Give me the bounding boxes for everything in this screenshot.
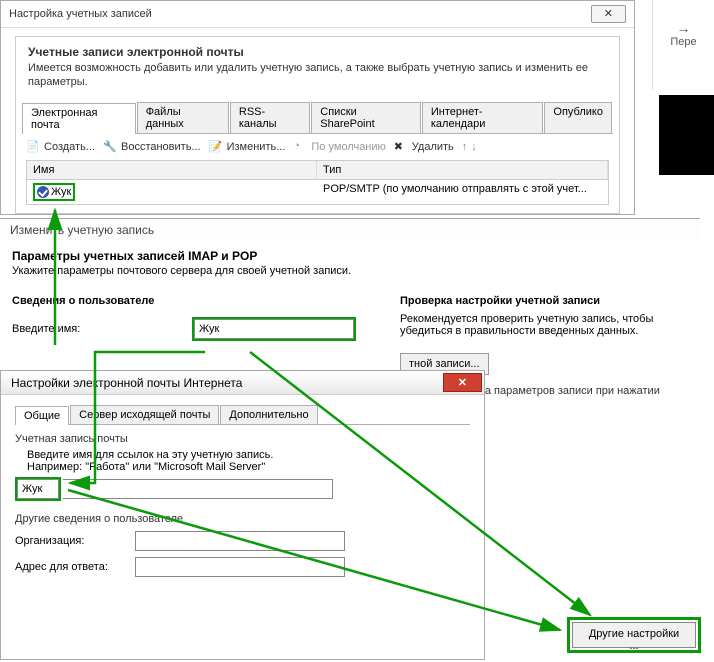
- internet-email-settings-dialog: Настройки электронной почты Интернета ✕ …: [0, 370, 485, 660]
- dialog-titlebar: Настройка учетных записей ✕: [1, 1, 634, 28]
- organization-label: Организация:: [15, 535, 135, 547]
- name-label: Введите имя:: [12, 323, 192, 335]
- account-name-cell: Жук: [33, 183, 75, 201]
- dialog-titlebar: Настройки электронной почты Интернета ✕: [1, 371, 484, 395]
- repair-icon: 🔧: [103, 140, 117, 154]
- tab-sharepoint[interactable]: Списки SharePoint: [311, 102, 421, 133]
- organization-input[interactable]: [135, 531, 345, 551]
- dialog-title: Изменить учетную запись: [0, 219, 700, 241]
- edit-icon: 📝: [209, 140, 223, 154]
- tab-data-files[interactable]: Файлы данных: [137, 102, 229, 133]
- tab-email[interactable]: Электронная почта: [22, 103, 136, 134]
- dialog-title: Настройка учетных записей: [9, 8, 152, 20]
- default-icon: ◔: [293, 140, 307, 154]
- edit-button[interactable]: 📝Изменить...: [209, 140, 286, 154]
- ribbon-label: Пере: [653, 36, 714, 48]
- account-name-input[interactable]: [17, 479, 59, 499]
- arrow-up-icon: ↑: [462, 141, 468, 153]
- other-user-info-heading: Другие сведения о пользователе: [15, 513, 470, 525]
- reply-address-label: Адрес для ответа:: [15, 561, 135, 573]
- black-region: [659, 95, 714, 175]
- tab-published[interactable]: Опублико: [544, 102, 612, 133]
- mail-account-heading: Учетная запись почты: [15, 433, 470, 445]
- account-name-input-rest[interactable]: [63, 479, 333, 499]
- account-settings-dialog: Настройка учетных записей ✕ Учетные запи…: [0, 0, 635, 215]
- more-settings-button[interactable]: Другие настройки ...: [572, 622, 696, 648]
- tab-general[interactable]: Общие: [15, 406, 69, 425]
- dialog-title: Настройки электронной почты Интернета: [11, 376, 242, 390]
- tab-advanced[interactable]: Дополнительно: [220, 405, 317, 424]
- delete-button[interactable]: ✖Удалить: [394, 140, 454, 154]
- close-button[interactable]: ✕: [591, 5, 626, 23]
- reply-address-input[interactable]: [135, 557, 345, 577]
- new-icon: 📄: [26, 140, 40, 154]
- section-heading: Учетные записи электронной почты: [28, 45, 607, 59]
- section-heading: Параметры учетных записей IMAP и POP: [12, 249, 688, 263]
- test-description: Рекомендуется проверить учетную запись, …: [400, 313, 688, 337]
- toolbar: 📄Создать... 🔧Восстановить... 📝Изменить..…: [16, 134, 619, 160]
- account-name-hint: Введите имя для ссылок на эту учетную за…: [27, 449, 470, 473]
- table-row[interactable]: Жук POP/SMTP (по умолчанию отправлять с …: [27, 180, 608, 204]
- accounts-table: Имя Тип Жук POP/SMTP (по умолчанию отпра…: [26, 160, 609, 205]
- tab-calendars[interactable]: Интернет-календари: [422, 102, 544, 133]
- close-button[interactable]: ✕: [443, 373, 482, 392]
- delete-icon: ✖: [394, 140, 408, 154]
- default-account-icon: [37, 186, 49, 198]
- column-name[interactable]: Имя: [27, 161, 317, 179]
- tab-strip: Электронная почта Файлы данных RSS-канал…: [22, 102, 613, 134]
- section-description: Имеется возможность добавить или удалить…: [28, 61, 607, 90]
- arrow-right-icon: →: [653, 20, 714, 36]
- default-button[interactable]: ◔По умолчанию: [293, 140, 385, 154]
- tab-rss[interactable]: RSS-каналы: [230, 102, 310, 133]
- section-description: Укажите параметры почтового сервера для …: [12, 265, 688, 277]
- ribbon-fragment: → Пере: [652, 0, 714, 90]
- user-info-heading: Сведения о пользователе: [12, 295, 388, 307]
- repair-button[interactable]: 🔧Восстановить...: [103, 140, 201, 154]
- tab-outgoing[interactable]: Сервер исходящей почты: [70, 405, 219, 424]
- move-arrows[interactable]: ↑↓: [462, 141, 477, 153]
- create-button[interactable]: 📄Создать...: [26, 140, 95, 154]
- arrow-down-icon: ↓: [471, 141, 477, 153]
- column-type[interactable]: Тип: [317, 161, 608, 179]
- name-input[interactable]: [194, 319, 354, 339]
- test-heading: Проверка настройки учетной записи: [400, 295, 688, 307]
- account-type-cell: POP/SMTP (по умолчанию отправлять с этой…: [317, 180, 608, 204]
